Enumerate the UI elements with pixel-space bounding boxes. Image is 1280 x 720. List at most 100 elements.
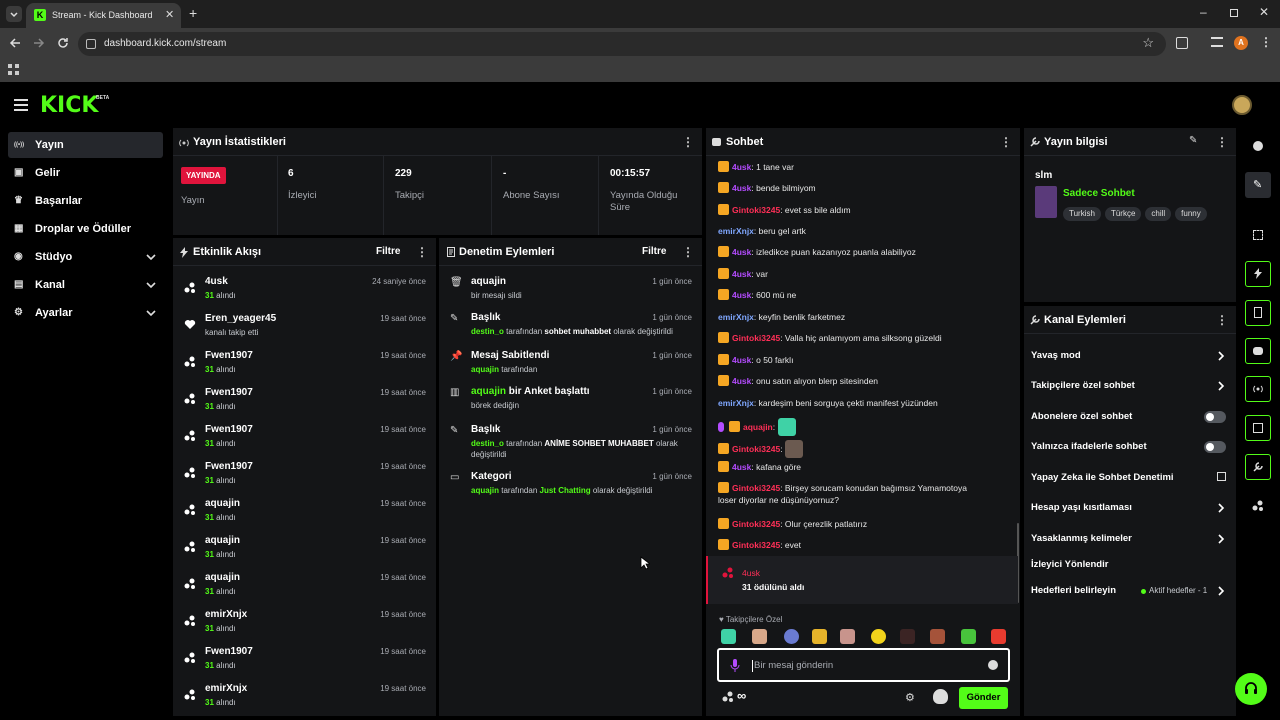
moderation-user[interactable]: destin_o	[471, 327, 504, 336]
sidebar-item-gelir[interactable]: ▣ Gelir	[8, 160, 163, 186]
channel-action-i-zleyici-y-nlendir[interactable]: İzleyici Yönlendir	[1025, 553, 1235, 577]
toggle-switch[interactable]	[1204, 441, 1226, 453]
sidebar-item-droplar-ve-d-ller[interactable]: ▦ Droplar ve Ödüller	[8, 216, 163, 242]
chat-username[interactable]: Gintoki3245	[732, 444, 780, 454]
sidebar-item-ba-ar-lar[interactable]: ♛ Başarılar	[8, 188, 163, 214]
channel-actions-menu-icon[interactable]: ⋮	[1216, 314, 1228, 326]
chat-username[interactable]: 4usk	[732, 183, 751, 193]
activity-item[interactable]: Fwen1907 31 alındı 19 saat önce	[173, 422, 436, 456]
activity-item[interactable]: Fwen1907 31 alındı 19 saat önce	[173, 348, 436, 382]
chat-message[interactable]: emirXnjx: keyfin benlik farketmez	[718, 311, 1008, 323]
activity-item[interactable]: aquajin 31 alındı 19 saat önce	[173, 496, 436, 530]
chat-message[interactable]: Gintoki3245: Olur çerezlik patlatırız	[718, 518, 1008, 530]
chat-username[interactable]: 4usk	[732, 376, 751, 386]
focus-icon[interactable]	[1245, 222, 1271, 248]
moderation-item[interactable]: ▥ aquajin bir Anket başlattı 1 gün önce bör…	[439, 384, 702, 420]
info-icon[interactable]	[1245, 133, 1271, 159]
browser-menu-icon[interactable]: ⋮	[1260, 35, 1272, 49]
sidebar-item-yay-n[interactable]: ((•)) Yayın	[8, 132, 163, 158]
forward-icon[interactable]	[32, 36, 46, 50]
close-window-button[interactable]: ✕	[1259, 5, 1269, 19]
chat-message[interactable]: 4usk: izledikce puan kazanıyoz puanla al…	[718, 246, 1008, 258]
sidebar-item-st-dyo[interactable]: ◉ Stüdyo	[8, 244, 163, 270]
tag[interactable]: Turkish	[1063, 207, 1101, 221]
back-icon[interactable]	[8, 36, 22, 50]
chat-message[interactable]: 4usk: kafana göre	[718, 461, 1008, 473]
extensions-icon[interactable]	[1176, 37, 1188, 49]
moderation-filter-button[interactable]: Filtre	[642, 246, 666, 257]
activity-item[interactable]: Fwen1907 31 alındı 19 saat önce	[173, 459, 436, 493]
chat-settings-icon[interactable]: ⚙	[905, 691, 915, 704]
kick-logo[interactable]: KICK BETA	[40, 93, 109, 118]
chat-input-box[interactable]: Bir mesaj gönderin	[717, 648, 1010, 682]
emote-pacman[interactable]	[871, 629, 886, 644]
emote-crown-dude[interactable]	[812, 629, 827, 644]
apps-grid-icon[interactable]	[8, 64, 20, 76]
chat-message[interactable]: 4usk: onu satın alıyon blerp sitesinden	[718, 375, 1008, 387]
moderation-user[interactable]: destin_o	[471, 439, 504, 448]
chat-message[interactable]: 4usk: 1 tane var	[718, 161, 1008, 173]
activity-username[interactable]: emirXnjx	[205, 683, 247, 694]
chat-username[interactable]: emirXnjx	[718, 398, 754, 408]
moderation-item[interactable]: ✎ Başlık 1 gün önce destin_o tarafından ANİ…	[439, 422, 702, 459]
chat-username[interactable]: Gintoki3245	[732, 205, 780, 215]
category-thumbnail[interactable]	[1035, 186, 1057, 218]
edit-pencil-icon[interactable]: ✎	[1245, 172, 1271, 198]
chat-username[interactable]: 4usk	[732, 355, 751, 365]
emoji-icon[interactable]	[988, 660, 998, 670]
emote-cup[interactable]	[961, 629, 976, 644]
maximize-button[interactable]	[1230, 9, 1238, 17]
moderation-user[interactable]: aquajin	[471, 386, 506, 397]
tag[interactable]: Türkçe	[1104, 207, 1142, 221]
edit-pencil-icon[interactable]: ✎	[1189, 135, 1197, 146]
media-icon[interactable]	[1211, 37, 1223, 47]
activity-username[interactable]: Fwen1907	[205, 387, 253, 398]
moderation-icon[interactable]	[1245, 415, 1271, 441]
toggle-switch[interactable]	[1204, 411, 1226, 423]
activity-item[interactable]: Fwen1907 31 alındı 19 saat önce	[173, 385, 436, 419]
tab-search-button[interactable]	[6, 6, 22, 22]
chat-message[interactable]: 4usk: bende bilmiyom	[718, 182, 1008, 194]
moderation-item[interactable]: ✎ Başlık 1 gün önce destin_o tarafından soh…	[439, 310, 702, 346]
chat-message[interactable]: emirXnjx: beru gel artk	[718, 225, 1008, 237]
stream-info-menu-icon[interactable]: ⋮	[1216, 136, 1228, 148]
moderation-user[interactable]: aquajin	[471, 365, 499, 374]
activity-item[interactable]: Fwen1907 31 alındı 19 saat önce	[173, 644, 436, 678]
moderation-item[interactable]: 📌 Mesaj Sabitlendi 1 gün önce aquajin taraf…	[439, 348, 702, 384]
activity-username[interactable]: aquajin	[205, 572, 240, 583]
new-tab-button[interactable]: +	[189, 5, 197, 21]
activity-username[interactable]: Fwen1907	[205, 350, 253, 361]
category-name[interactable]: Sadece Sohbet	[1063, 188, 1135, 199]
channel-action-yapay-zeka-ile-sohbet-denetimi[interactable]: Yapay Zeka ile Sohbet Denetimi	[1025, 466, 1235, 490]
chat-username[interactable]: 4usk	[732, 162, 751, 172]
sidebar-item-kanal[interactable]: ▤ Kanal	[8, 272, 163, 298]
chat-points-icon[interactable]	[722, 691, 734, 703]
chat-message[interactable]: emirXnjx: kardeşim beni sorguya çekti ma…	[718, 397, 1008, 409]
chat-username[interactable]: 4usk	[732, 269, 751, 279]
close-tab-icon[interactable]: ✕	[165, 8, 174, 21]
activity-item[interactable]: 4usk 31 alındı 24 saniye önce	[173, 274, 436, 308]
minimize-button[interactable]: –	[1200, 5, 1207, 19]
chat-username[interactable]: 4usk	[732, 462, 751, 472]
chat-username[interactable]: emirXnjx	[718, 312, 754, 322]
chat-username[interactable]: Gintoki3245	[732, 519, 780, 529]
activity-username[interactable]: 4usk	[205, 276, 228, 287]
chat-username[interactable]: Gintoki3245	[732, 483, 780, 493]
emote-sword[interactable]	[784, 629, 799, 644]
document-icon[interactable]	[1245, 300, 1271, 326]
activity-filter-button[interactable]: Filtre	[376, 246, 400, 257]
emote-red[interactable]	[991, 629, 1006, 644]
activity-username[interactable]: emirXnjx	[205, 609, 247, 620]
moderation-menu-icon[interactable]: ⋮	[682, 246, 694, 258]
emote-brown[interactable]	[930, 629, 945, 644]
activity-username[interactable]: Fwen1907	[205, 461, 253, 472]
stats-menu-icon[interactable]: ⋮	[682, 136, 694, 148]
chat-mascot-icon[interactable]	[933, 689, 948, 704]
channel-action-yava-mod[interactable]: Yavaş mod	[1025, 344, 1235, 368]
channel-action-hedefleri-belirleyin[interactable]: Hedefleri belirleyin Aktif hedefler - 1	[1025, 579, 1235, 603]
activity-item[interactable]: aquajin 31 alındı 19 saat önce	[173, 570, 436, 604]
chat-menu-icon[interactable]: ⋮	[1000, 136, 1012, 148]
chat-username[interactable]: emirXnjx	[718, 226, 754, 236]
activity-item[interactable]: emirXnjx 31 alındı 19 saat önce	[173, 681, 436, 715]
activity-item[interactable]: aquajin 31 alındı 19 saat önce	[173, 533, 436, 567]
